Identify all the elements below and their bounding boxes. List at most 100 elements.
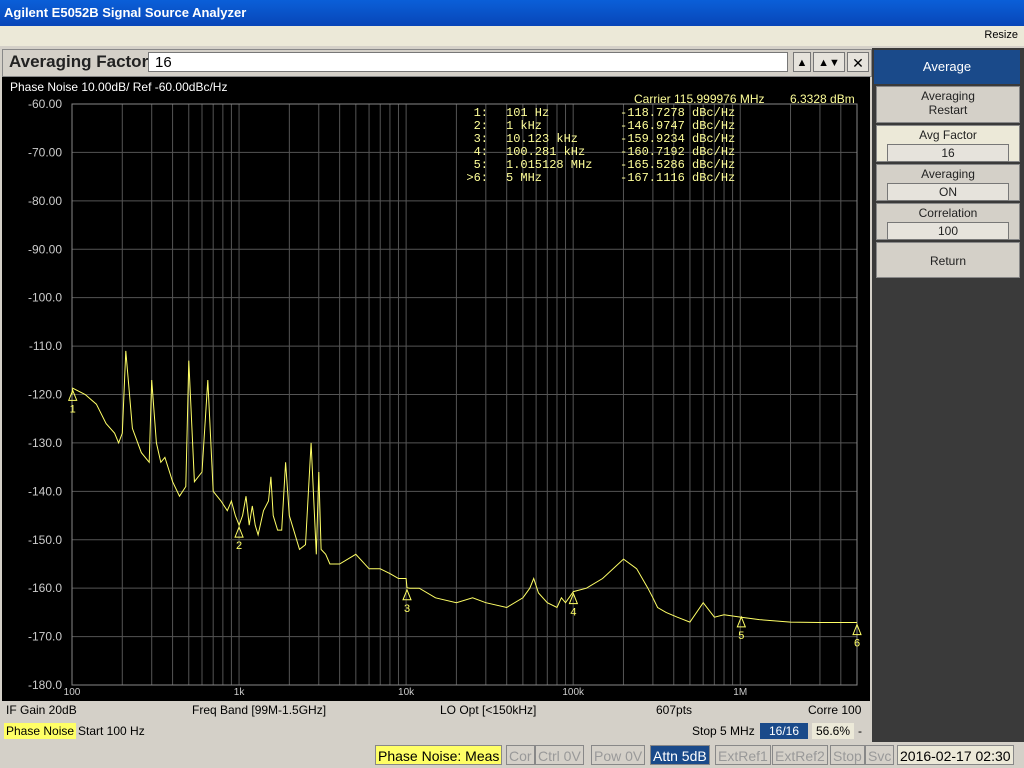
progress-percent: 56.6% <box>812 723 854 739</box>
step-up-button[interactable]: ▲ <box>793 52 811 72</box>
extref2-indicator: ExtRef2 <box>772 745 828 765</box>
softkey-value: 100 <box>887 222 1009 240</box>
status-dash: - <box>858 724 862 738</box>
avg-factor-button[interactable]: Avg Factor 16 <box>876 125 1020 162</box>
marker-symbol <box>402 588 412 601</box>
resize-button[interactable]: Resize <box>984 29 1018 41</box>
marker-frequency: 5 MHz <box>506 171 542 185</box>
averaging-factor-input[interactable]: 16 <box>148 52 788 72</box>
marker-value: -160.7192 dBc/Hz <box>620 145 735 159</box>
x-tick-label: 1k <box>234 687 246 698</box>
marker-frequency: 1 kHz <box>506 119 542 133</box>
close-icon[interactable]: ✕ <box>847 52 869 72</box>
marker-id: 2: <box>474 119 488 133</box>
marker-value: -118.7278 dBc/Hz <box>620 106 735 120</box>
marker-frequency: 100.281 kHz <box>506 145 585 159</box>
stop-indicator: Stop <box>830 745 865 765</box>
y-tick-label: -150.0 <box>28 533 62 547</box>
y-tick-label: -160.0 <box>28 581 62 595</box>
cor-indicator: Cor <box>506 745 535 765</box>
menu-bar: Resize <box>0 26 1024 46</box>
y-tick-label: -170.0 <box>28 630 62 644</box>
marker-label: 1 <box>70 403 76 415</box>
y-tick-labels: -60.00 -70.00 -80.00 -90.00 -100.0 -110.0 -120… <box>28 97 62 692</box>
marker-value: -167.1116 dBc/Hz <box>620 171 735 185</box>
window-title-bar: Agilent E5052B Signal Source Analyzer <box>0 0 1024 26</box>
softkey-label: Correlation <box>918 206 978 220</box>
y-tick-label: -60.00 <box>28 97 62 111</box>
marker-frequency: 10.123 kHz <box>506 132 578 146</box>
channel-status-row: IF Gain 20dB Freq Band [99M-1.5GHz] LO O… <box>2 701 870 719</box>
phase-noise-chart: -60.00 -70.00 -80.00 -90.00 -100.0 -110.0 -120… <box>10 80 862 698</box>
averaging-toggle-button[interactable]: Averaging ON <box>876 164 1020 201</box>
marker-frequency: 1.015128 MHz <box>506 158 592 172</box>
x-tick-label: 1M <box>733 687 747 698</box>
if-gain-status[interactable]: IF Gain 20dB <box>6 702 77 718</box>
marker-table: 1: 101 Hz -118.7278 dBc/Hz 2: 1 kHz -146.9747… <box>466 106 735 185</box>
marker-symbol <box>736 615 747 628</box>
correlation-button[interactable]: Correlation 100 <box>876 203 1020 240</box>
softkey-value: 16 <box>887 144 1009 162</box>
averaging-restart-button[interactable]: Averaging Restart <box>876 86 1020 123</box>
y-tick-label: -70.00 <box>28 145 62 159</box>
svc-indicator: Svc <box>865 745 895 765</box>
marker-label: 6 <box>854 638 860 650</box>
chart-grid <box>71 103 858 686</box>
softkey-label: Averaging <box>921 167 975 181</box>
y-tick-label: -80.00 <box>28 194 62 208</box>
start-frequency: Start 100 Hz <box>78 724 145 738</box>
marker-id: 5: <box>474 158 488 172</box>
softkey-label: Return <box>929 254 967 268</box>
stop-frequency: Stop 5 MHz <box>692 724 755 738</box>
marker-label: 5 <box>738 630 744 642</box>
correlation-status: Corre 100 <box>808 703 862 717</box>
marker-value: -165.5286 dBc/Hz <box>620 158 735 172</box>
softkey-value: ON <box>887 183 1009 201</box>
lo-opt-status[interactable]: LO Opt [<150kHz] <box>440 702 536 718</box>
carrier-frequency: Carrier 115.999976 MHz <box>634 92 765 106</box>
trace-header: Phase Noise 10.00dB/ Ref -60.00dBc/Hz <box>10 80 227 94</box>
carrier-power: 6.3328 dBm <box>790 92 855 106</box>
measurement-type-badge: Phase Noise <box>4 723 77 739</box>
x-tick-label: 100k <box>562 687 585 698</box>
measurement-screen: -60.00 -70.00 -80.00 -90.00 -100.0 -110.0 -120… <box>2 77 870 719</box>
datetime: 2016-02-17 02:30 <box>897 745 1014 765</box>
power-voltage-indicator: Pow 0V <box>591 745 646 765</box>
step-updown-button[interactable]: ▲▼ <box>813 52 845 72</box>
x-tick-label: 100 <box>64 687 81 698</box>
x-tick-labels: 100 1k 10k 100k 1M <box>64 687 748 698</box>
softkey-label: Avg Factor <box>919 128 977 142</box>
marker-id: 3: <box>474 132 488 146</box>
average-count-badge: 16/16 <box>760 723 808 739</box>
y-tick-label: -110.0 <box>29 339 62 353</box>
extref1-indicator: ExtRef1 <box>715 745 771 765</box>
attenuation-indicator: Attn 5dB <box>650 745 710 765</box>
marker-id: 1: <box>474 106 488 120</box>
y-tick-label: -120.0 <box>28 388 62 402</box>
x-tick-label: 10k <box>398 687 415 698</box>
y-tick-label: -180.0 <box>28 678 62 692</box>
instrument-status-bar: Phase Noise: Meas Cor Ctrl 0V Pow 0V Att… <box>0 742 1024 768</box>
marker-value: -146.9747 dBc/Hz <box>620 119 735 133</box>
y-tick-label: -130.0 <box>28 436 62 450</box>
softkey-label: Averaging <box>921 89 975 103</box>
y-tick-label: -90.00 <box>28 242 62 256</box>
freq-band-status[interactable]: Freq Band [99M-1.5GHz] <box>192 702 326 718</box>
points-status: 607pts <box>656 703 693 717</box>
softkey-label: Restart <box>928 103 968 117</box>
ctrl-voltage-indicator: Ctrl 0V <box>535 745 584 765</box>
return-button[interactable]: Return <box>876 242 1020 278</box>
softkey-panel: Average Averaging Restart Avg Factor 16 … <box>872 48 1024 742</box>
marker-id: >6: <box>466 171 488 185</box>
marker-label: 2 <box>236 540 242 552</box>
measurement-state: Phase Noise: Meas <box>375 745 503 765</box>
marker-value: -159.9234 dBc/Hz <box>620 132 735 146</box>
y-tick-label: -100.0 <box>28 291 62 305</box>
marker-label: 3 <box>404 603 410 615</box>
softkey-menu-title: Average <box>874 50 1020 84</box>
entry-bar: Averaging Factor 16 ▲ ▲▼ ✕ <box>2 49 872 77</box>
entry-label: Averaging Factor <box>9 52 149 71</box>
y-tick-label: -140.0 <box>28 484 62 498</box>
marker-label: 4 <box>570 607 576 619</box>
marker-id: 4: <box>474 145 488 159</box>
